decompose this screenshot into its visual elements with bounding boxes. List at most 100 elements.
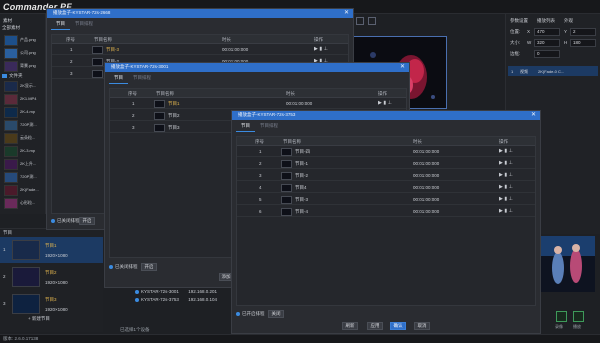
export-icon[interactable]: ⊥ xyxy=(509,184,515,190)
close-icon[interactable]: ✕ xyxy=(531,111,536,118)
program-item[interactable]: 2 节目2 1920×1080 xyxy=(0,264,103,290)
close-icon[interactable]: ✕ xyxy=(400,63,405,70)
program-item[interactable]: 3 节目3 1920×1080 xyxy=(0,291,103,317)
tab-appearance[interactable]: 外观 xyxy=(564,18,573,23)
tab-playlist[interactable]: 播放列表 xyxy=(537,18,555,23)
export-icon[interactable]: ⊥ xyxy=(509,172,515,178)
table-row[interactable]: 1 节目1 00:01:00:000 ▶▮⊥ xyxy=(110,99,406,109)
row-name: 节目3 xyxy=(168,125,180,130)
table-row[interactable]: 3 节目-2 00:01:00:000 ▶▮⊥ xyxy=(237,171,535,181)
new-program-button[interactable]: + 新建节目 xyxy=(28,316,50,322)
export-icon[interactable]: ⊥ xyxy=(509,208,515,214)
asset-name: 云朵粒... xyxy=(20,135,36,140)
column-header: 操作 xyxy=(378,91,387,96)
asset-item[interactable]: 云朵粒... xyxy=(0,132,46,145)
row-number: 1 xyxy=(132,101,135,106)
asset-name: 2K-4.mp xyxy=(20,109,36,114)
tab-programs[interactable]: 节目 xyxy=(51,20,70,30)
tab-schedule[interactable]: 节目排程 xyxy=(128,74,156,83)
table-row[interactable]: 2 节目-1 00:01:00:000 ▶▮⊥ xyxy=(237,159,535,169)
table-row[interactable]: 1 节目-3 00:01:00:000 ▶▮⊥ xyxy=(52,45,348,55)
asset-thumbnail xyxy=(4,81,18,92)
export-icon[interactable]: ⊥ xyxy=(388,100,394,106)
asset-item[interactable]: 2K显示... xyxy=(0,80,46,93)
refresh-button[interactable]: 刷新 xyxy=(342,322,358,330)
folder-all[interactable]: 全部素材 xyxy=(2,25,20,31)
asset-thumbnail xyxy=(4,198,18,209)
close-icon[interactable]: ✕ xyxy=(344,9,349,16)
row-actions: ▶▮⊥ xyxy=(499,208,514,214)
dialog-tabs: 节目 节目排程 xyxy=(51,20,98,30)
play-button[interactable] xyxy=(573,311,584,322)
row-number: 2 xyxy=(70,59,73,64)
table-row[interactable]: 5 节目-3 00:01:00:000 ▶▮⊥ xyxy=(237,195,535,205)
asset-item[interactable]: 心形粒... xyxy=(0,197,46,210)
tab-programs[interactable]: 节目 xyxy=(109,74,128,84)
fit-icon[interactable] xyxy=(368,17,376,25)
preview-image xyxy=(540,236,595,292)
asset-item[interactable]: 公司.png xyxy=(0,47,46,60)
column-header: 序号 xyxy=(128,91,137,96)
export-icon[interactable]: ⊥ xyxy=(509,196,515,202)
program-item[interactable]: 1 节目1 1920×1080 xyxy=(0,237,103,263)
h-input[interactable]: 180 xyxy=(570,39,596,47)
play-label: 播放 xyxy=(573,324,581,329)
device-row[interactable]: KYSTAR-72s-3753 192.168.0.104 xyxy=(135,297,217,305)
toggle-icon[interactable] xyxy=(109,264,113,269)
record-button[interactable] xyxy=(556,311,567,322)
tab-schedule[interactable]: 节目排程 xyxy=(70,20,98,29)
disable-schedule-button[interactable]: 关闭 xyxy=(268,310,284,318)
tab-schedule[interactable]: 节目排程 xyxy=(255,122,283,131)
device-status-icon xyxy=(135,297,139,302)
asset-item[interactable]: 2K-4.mp xyxy=(0,106,46,119)
y-input[interactable]: 2 xyxy=(570,28,596,36)
apply-button[interactable]: 应用 xyxy=(367,322,383,330)
asset-item[interactable]: 产品.png xyxy=(0,34,46,47)
row-thumbnail xyxy=(92,70,103,78)
row-name: 节目1 xyxy=(168,101,180,106)
table-row[interactable]: 1 节目-四 00:01:00:000 ▶▮⊥ xyxy=(237,147,535,157)
asset-item[interactable]: 背景.png xyxy=(0,60,46,73)
column-header: 序号 xyxy=(255,139,264,144)
x-input[interactable]: 470 xyxy=(534,28,560,36)
asset-item[interactable]: 720P测... xyxy=(0,171,46,184)
export-icon[interactable]: ⊥ xyxy=(324,46,330,52)
border-input[interactable]: 0 xyxy=(534,50,560,58)
folder-sub[interactable]: 文件夹 xyxy=(2,73,23,79)
table-row[interactable]: 4 节目4 00:01:00:000 ▶▮⊥ xyxy=(237,183,535,193)
w-input[interactable]: 320 xyxy=(534,39,560,47)
version-text: 版本: 2.6.0.17138 xyxy=(3,336,39,341)
row-name: 节目4 xyxy=(295,185,307,190)
export-icon[interactable]: ⊥ xyxy=(509,160,515,166)
device-row[interactable]: KYSTAR-72s-3001 192.168.0.201 xyxy=(135,289,217,297)
export-icon[interactable]: ⊥ xyxy=(509,148,515,154)
table-header: 序号 节目名称 时长 操作 xyxy=(110,89,406,98)
crop-icon[interactable] xyxy=(356,17,364,25)
row-duration: 00:01:00:000 xyxy=(413,161,440,166)
row-number: 1 xyxy=(70,47,73,52)
enable-schedule-button[interactable]: 开启 xyxy=(141,263,157,271)
asset-item[interactable]: 2K上升... xyxy=(0,158,46,171)
tab-params[interactable]: 参数设置 xyxy=(510,18,528,23)
dialog-title: 播放盒子-KYSTAR-72s-3753 xyxy=(238,112,296,117)
asset-item[interactable]: 720P测... xyxy=(0,119,46,132)
asset-item[interactable]: 2K(Fade... xyxy=(0,184,46,197)
device-count: 已选择1个设备 xyxy=(120,327,150,332)
asset-item[interactable]: 2K1.MP4 xyxy=(0,93,46,106)
row-actions: ▶▮⊥ xyxy=(499,148,514,154)
playlist-row[interactable]: 1 视频 2K(Fade-0 C... xyxy=(508,66,598,76)
asset-thumbnail xyxy=(4,146,18,157)
cancel-button[interactable]: 取消 xyxy=(414,322,430,330)
row-duration: 00:01:00:000 xyxy=(413,209,440,214)
toggle-icon[interactable] xyxy=(51,218,55,223)
asset-item[interactable]: 2K-3.mp xyxy=(0,145,46,158)
properties-tabs: 参数设置 播放列表 外观 xyxy=(510,18,582,24)
canvas-toolbar xyxy=(356,17,380,27)
h-label: H xyxy=(564,40,568,45)
enable-schedule-button[interactable]: 开启 xyxy=(79,217,95,225)
tab-programs[interactable]: 节目 xyxy=(236,122,255,132)
column-header: 节目名称 xyxy=(156,91,174,96)
toggle-icon[interactable] xyxy=(236,311,240,316)
ok-button[interactable]: 确认 xyxy=(390,322,406,330)
table-row[interactable]: 6 节目-4 00:01:00:000 ▶▮⊥ xyxy=(237,207,535,217)
